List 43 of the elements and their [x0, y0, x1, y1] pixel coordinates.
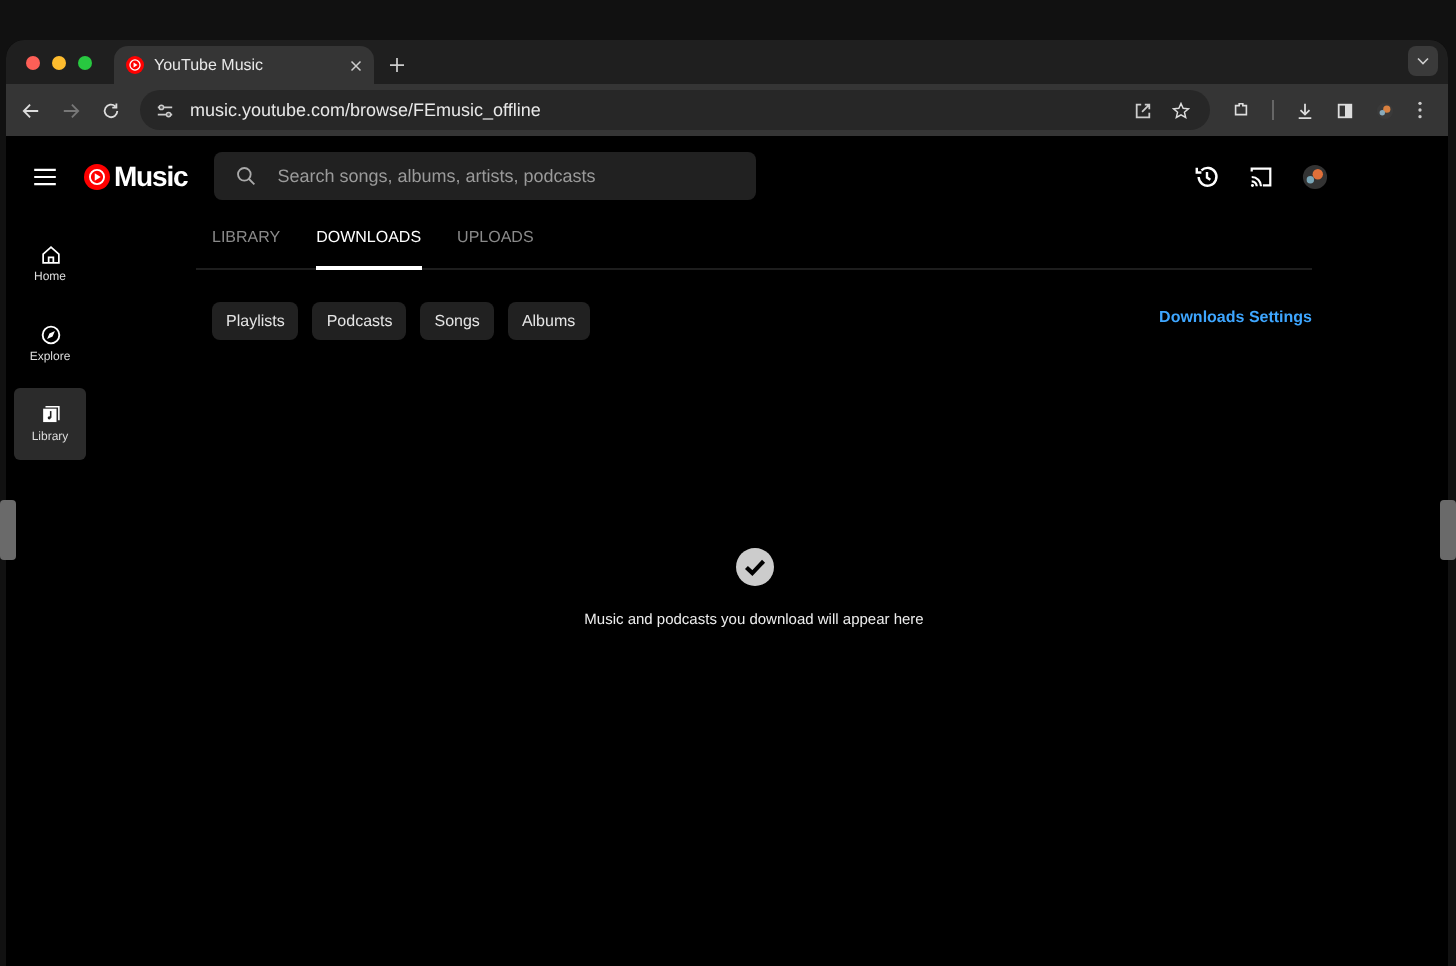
close-light[interactable] [26, 55, 40, 69]
filter-chip[interactable]: Songs [420, 302, 494, 340]
check-icon [735, 548, 773, 586]
more-icon[interactable] [1416, 100, 1424, 120]
open-external-icon[interactable] [1134, 101, 1152, 119]
reload-icon[interactable] [102, 101, 120, 119]
downloads-settings-link[interactable]: Downloads Settings [1159, 307, 1312, 325]
star-icon[interactable] [1172, 101, 1190, 119]
search-icon [235, 166, 256, 186]
address-bar[interactable]: music.youtube.com/browse/FEmusic_offline [140, 90, 1210, 130]
logo-text[interactable]: Music [114, 160, 188, 192]
history-icon[interactable] [1194, 163, 1220, 189]
library-icon [39, 404, 61, 426]
menu-icon[interactable] [34, 167, 56, 185]
browser-tab[interactable]: YouTube Music [114, 46, 374, 84]
new-tab-icon[interactable] [390, 58, 404, 72]
close-icon[interactable] [350, 59, 362, 71]
play-icon [84, 163, 110, 189]
avatar-icon[interactable] [1376, 101, 1394, 119]
filter-chip[interactable]: Podcasts [312, 302, 407, 340]
side-panel-icon[interactable] [1336, 101, 1354, 119]
tab[interactable]: LIBRARY [212, 216, 281, 270]
cast-icon[interactable] [1248, 163, 1274, 189]
minimize-light[interactable] [52, 55, 66, 69]
maximize-light[interactable] [78, 55, 92, 69]
compass-icon [39, 324, 61, 346]
site-settings-icon[interactable] [156, 101, 174, 119]
resize-handle[interactable] [0, 500, 16, 560]
resize-handle[interactable] [1440, 500, 1456, 560]
puzzle-icon[interactable] [1232, 101, 1250, 119]
back-icon[interactable] [22, 101, 40, 119]
chevron-icon [1416, 56, 1430, 66]
home-icon [39, 244, 61, 266]
tab-search-button[interactable] [1408, 46, 1438, 76]
avatar-icon[interactable] [1302, 163, 1328, 189]
forward-icon[interactable] [62, 101, 80, 119]
tab[interactable]: UPLOADS [457, 216, 534, 270]
tab[interactable]: DOWNLOADS [316, 216, 422, 270]
filter-chip[interactable]: Albums [507, 302, 590, 340]
filter-chip[interactable]: Playlists [212, 302, 299, 340]
play-icon [126, 56, 144, 74]
search-field[interactable]: Search songs, albums, artists, podcasts [213, 152, 756, 200]
download-icon[interactable] [1296, 101, 1314, 119]
